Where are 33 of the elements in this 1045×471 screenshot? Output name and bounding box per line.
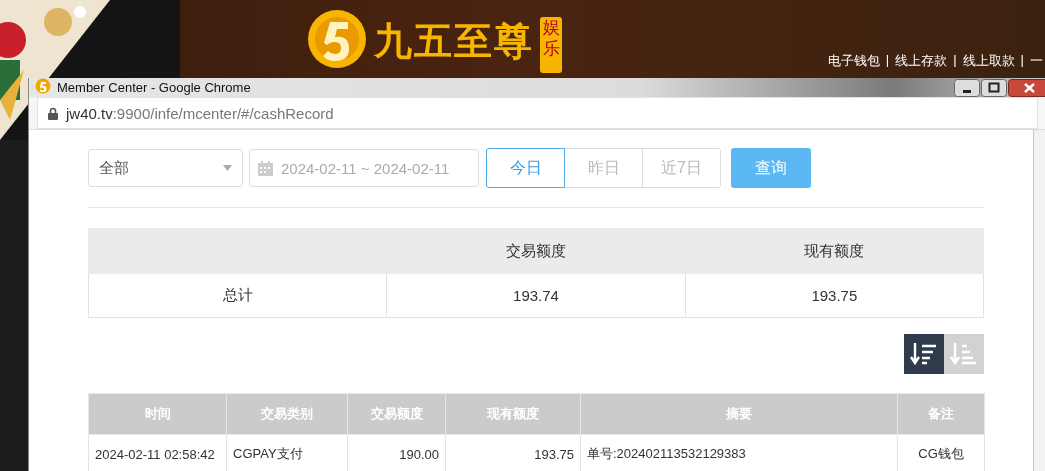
- site-icon: [35, 78, 51, 94]
- table-cell: 2024-02-11 02:58:42: [88, 434, 227, 471]
- nav-link[interactable]: 电子钱包: [827, 52, 880, 70]
- address-bar[interactable]: jw40.tv:9900/infe/mcenter/#/cashRecord: [37, 97, 1038, 129]
- logo-badge: 娱乐: [540, 17, 562, 73]
- table-cell: 193.75: [685, 273, 984, 318]
- nav-link[interactable]: 线上取款: [962, 52, 1015, 70]
- logo-text: 九五至尊: [374, 18, 534, 64]
- sort-descending-icon: [910, 342, 938, 366]
- maximize-icon[interactable]: [981, 78, 1007, 97]
- type-select[interactable]: 全部: [88, 149, 243, 187]
- logo-icon: [306, 8, 368, 70]
- nav-link[interactable]: 一: [1030, 52, 1043, 70]
- select-value: 全部: [99, 158, 129, 178]
- nav-separator: |: [885, 52, 890, 69]
- column-header: 交易额度: [386, 228, 686, 274]
- close-icon[interactable]: [1008, 78, 1045, 97]
- window-title: Member Center - Google Chrome: [57, 80, 251, 95]
- sort-ascending-icon: [950, 342, 978, 366]
- nav-separator: |: [953, 52, 957, 69]
- nav-separator: |: [1020, 52, 1024, 69]
- scrollbar[interactable]: [1033, 130, 1045, 471]
- nav-link[interactable]: 线上存款: [895, 52, 948, 70]
- table-cell: 193.74: [386, 273, 686, 318]
- lock-icon: [48, 106, 58, 120]
- url-text: jw40.tv:9900/infe/mcenter/#/cashRecord: [66, 104, 334, 122]
- calendar-icon: [258, 160, 273, 176]
- column-header: 现有额度: [685, 228, 984, 274]
- sort-descending-button[interactable]: [904, 334, 944, 374]
- date-range-value: 2024-02-11 ~ 2024-02-11: [281, 159, 450, 177]
- minimize-icon[interactable]: [954, 78, 980, 97]
- dropdown-arrow-icon: [223, 165, 232, 171]
- table-cell: 总计: [88, 273, 387, 318]
